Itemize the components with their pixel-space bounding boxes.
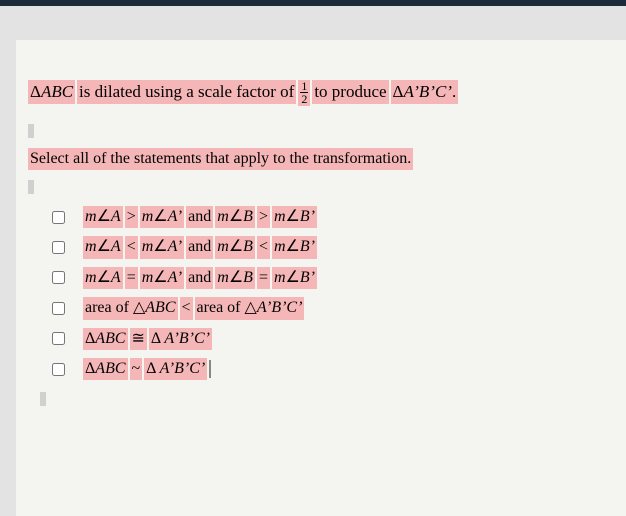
option-1: m∠A>m∠A’ and m∠B>m∠B’ [52,206,606,228]
option-6: ΔABC~Δ A’B’C’ [52,358,606,380]
option-2: m∠A<m∠A’ and m∠B<m∠B’ [52,236,606,258]
option-5-checkbox[interactable] [52,332,65,345]
triangle-abc: ABC [41,82,73,101]
triangle-abc-prime: A’B’C’ [403,82,451,101]
prompt-text: Select all of the statements that apply … [28,148,413,170]
option-5: ΔABC≅Δ A’B’C’ [52,328,606,350]
question-stem: ΔABC is dilated using a scale factor of … [28,80,606,106]
prompt-line: Select all of the statements that apply … [28,148,606,170]
stem-text-1: is dilated using a scale factor of [77,80,296,104]
question-page: ΔABC is dilated using a scale factor of … [16,40,626,516]
cursor-mark-3 [40,388,606,406]
option-6-checkbox[interactable] [52,363,65,376]
cursor-mark-2 [28,176,606,194]
cursor-mark-1 [28,120,606,138]
top-bar [0,0,626,6]
option-1-checkbox[interactable] [52,211,65,224]
fraction-denominator: 2 [300,93,308,105]
stem-text-2: to produce [312,80,388,104]
option-4: area of △ABC< area of △A’B’C’ [52,297,606,319]
option-2-checkbox[interactable] [52,241,65,254]
scale-factor-fraction: 12 [300,80,308,105]
option-3-checkbox[interactable] [52,271,65,284]
text-cursor [209,360,211,378]
option-4-checkbox[interactable] [52,302,65,315]
fraction-numerator: 1 [300,80,308,93]
option-3: m∠A=m∠A’ and m∠B=m∠B’ [52,267,606,289]
options-list: m∠A>m∠A’ and m∠B>m∠B’ m∠A<m∠A’ and m∠B<m… [28,206,606,380]
